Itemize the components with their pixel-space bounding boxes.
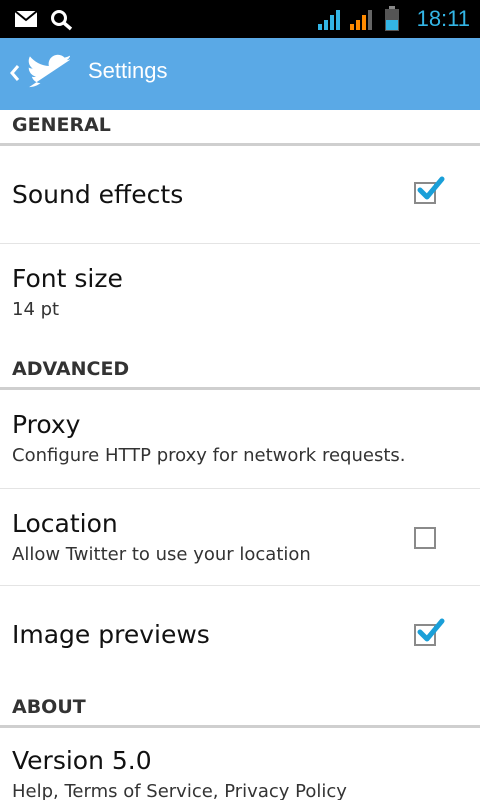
signal-icon-2 <box>350 10 372 30</box>
app-bar: Settings <box>0 38 480 110</box>
setting-title: Proxy <box>12 410 81 439</box>
twitter-bird-icon[interactable] <box>28 54 70 90</box>
settings-list: GENERAL Sound effects Font size 14 pt AD… <box>0 110 480 800</box>
checkmark-icon <box>417 176 445 200</box>
setting-sound-effects[interactable]: Sound effects <box>0 146 480 244</box>
setting-title: Location <box>12 509 118 538</box>
section-header-advanced: ADVANCED <box>0 354 480 390</box>
section-header-general: GENERAL <box>0 110 480 146</box>
location-checkbox[interactable] <box>414 527 436 549</box>
setting-image-previews[interactable]: Image previews <box>0 586 480 692</box>
section-header-label: GENERAL <box>12 114 111 136</box>
setting-title: Sound effects <box>12 180 184 209</box>
search-icon <box>51 10 73 31</box>
page-title: Settings <box>88 58 168 83</box>
image-previews-checkbox[interactable] <box>414 618 445 646</box>
sound-effects-checkbox[interactable] <box>414 176 445 204</box>
section-header-label: ADVANCED <box>12 358 130 380</box>
setting-subtitle: Help, Terms of Service, Privacy Policy <box>12 781 347 800</box>
signal-icon <box>318 10 340 30</box>
status-time: 18:11 <box>416 6 470 31</box>
setting-title: Image previews <box>12 620 210 649</box>
mail-icon <box>14 10 38 27</box>
setting-subtitle: 14 pt <box>12 299 60 320</box>
back-icon[interactable] <box>8 58 22 88</box>
section-header-label: ABOUT <box>12 696 86 718</box>
setting-font-size[interactable]: Font size 14 pt <box>0 244 480 354</box>
setting-version[interactable]: Version 5.0 Help, Terms of Service, Priv… <box>0 728 480 800</box>
setting-subtitle: Configure HTTP proxy for network request… <box>12 445 406 466</box>
setting-location[interactable]: Location Allow Twitter to use your locat… <box>0 489 480 586</box>
status-bar: 18:11 <box>0 0 480 38</box>
battery-icon <box>385 6 399 31</box>
setting-title: Font size <box>12 264 123 293</box>
checkmark-icon <box>417 618 445 642</box>
section-header-about: ABOUT <box>0 692 480 728</box>
setting-title: Version 5.0 <box>12 746 152 775</box>
setting-subtitle: Allow Twitter to use your location <box>12 544 311 565</box>
setting-proxy[interactable]: Proxy Configure HTTP proxy for network r… <box>0 390 480 489</box>
